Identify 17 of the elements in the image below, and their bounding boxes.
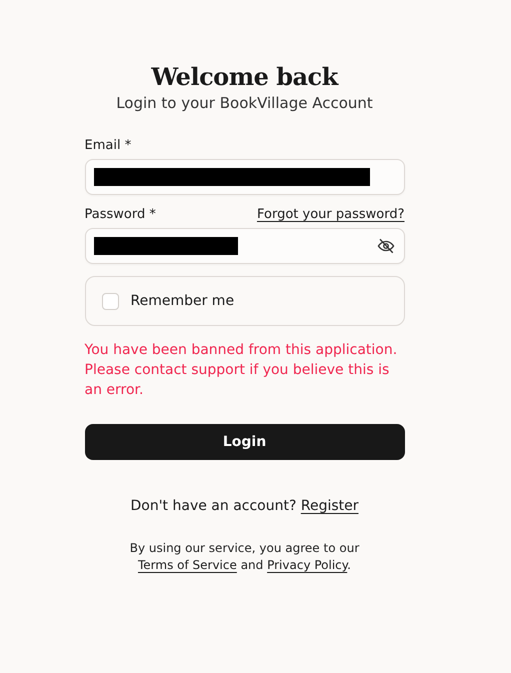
eye-off-icon[interactable]	[376, 237, 394, 255]
field-label: Email *	[84, 138, 132, 153]
terms-link[interactable]: Terms of Service	[138, 558, 237, 572]
remember-label[interactable]: Remember me	[130, 293, 234, 309]
page-subtitle: Login to your BookVillage Account	[115, 94, 374, 112]
login-button[interactable]: Login	[84, 424, 404, 460]
register-link[interactable]: Register	[300, 498, 358, 514]
field-label: Password *	[84, 207, 156, 222]
error-message: You have been banned from this application. Please contact support if you believe this is an error.	[84, 341, 398, 400]
remember-checkbox[interactable]	[102, 292, 118, 310]
forgot-password-link[interactable]: Forgot your password?	[256, 207, 404, 222]
password-field[interactable]	[84, 228, 404, 264]
signup-prompt: Don't have an account? Register	[129, 498, 360, 514]
email-field[interactable]	[84, 159, 404, 195]
privacy-link[interactable]: Privacy Policy	[267, 558, 348, 572]
legal-notice: By using our service, you agree to our Terms of Service and Privacy Policy.	[128, 540, 360, 574]
page-title: Welcome back	[150, 62, 340, 92]
